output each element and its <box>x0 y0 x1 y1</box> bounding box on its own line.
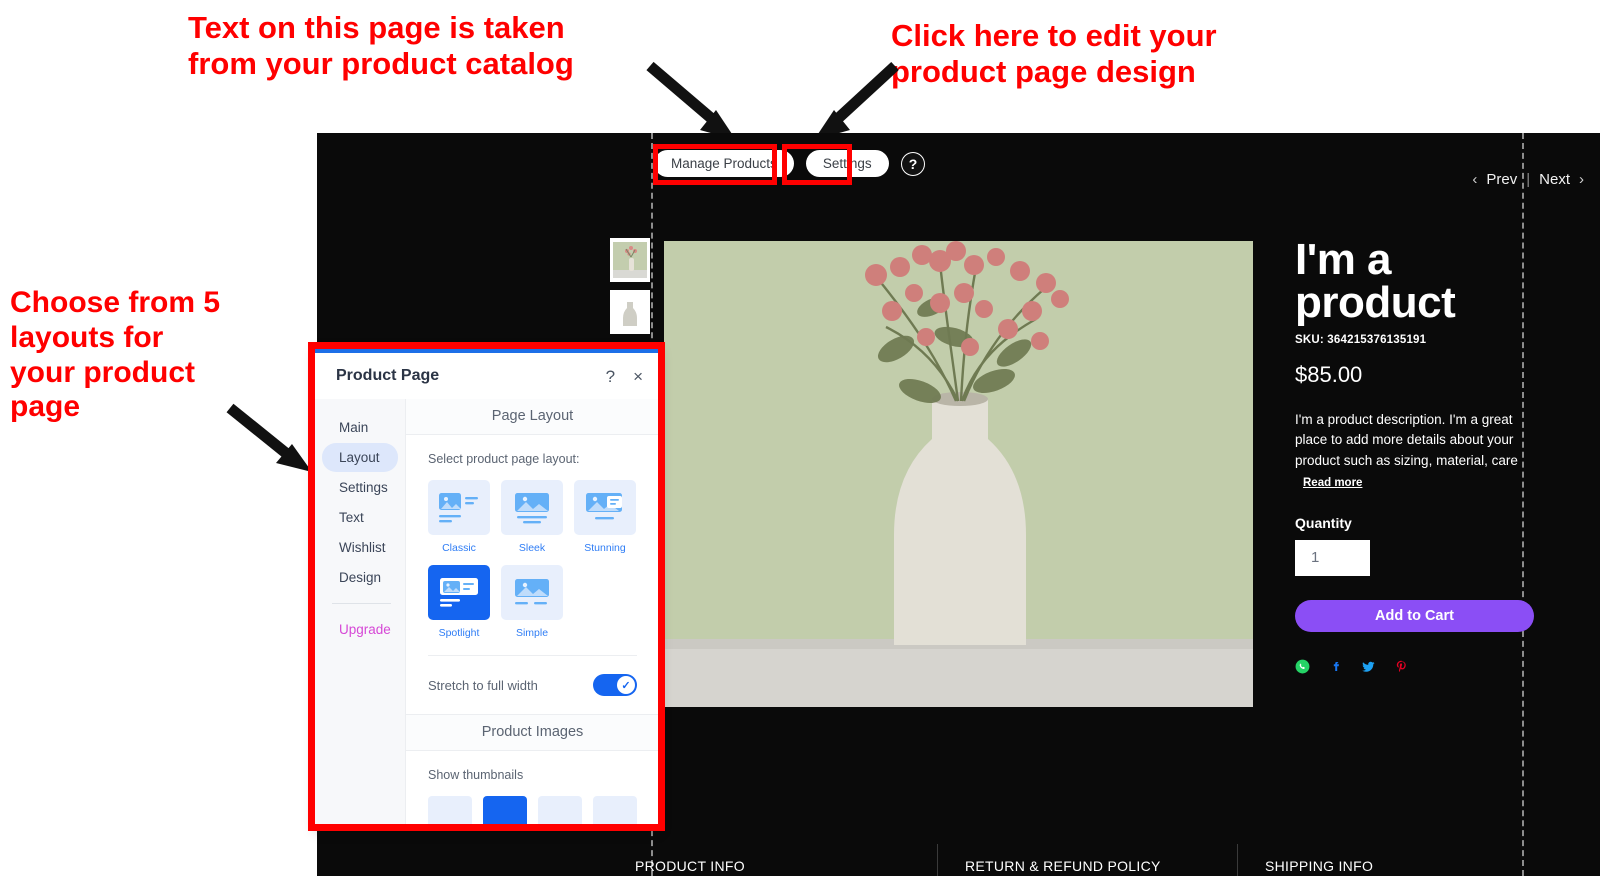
layout-option-sleek[interactable]: Sleek <box>501 480 563 554</box>
product-hero-image[interactable] <box>664 241 1253 707</box>
footer-section-product-info[interactable]: PRODUCT INFO <box>635 858 965 876</box>
panel-title: Product Page <box>336 367 440 384</box>
product-description: I'm a product description. I'm a great p… <box>1295 412 1518 468</box>
select-layout-label: Select product page layout: <box>428 452 580 466</box>
pager-prev[interactable]: Prev <box>1486 171 1517 188</box>
show-thumbnails-label: Show thumbnails <box>428 768 524 782</box>
quantity-input[interactable] <box>1295 539 1370 576</box>
layout-option-simple[interactable]: Simple <box>501 565 563 639</box>
thumbnail-position-option-2[interactable] <box>483 796 527 829</box>
layout-thumb-sleek <box>501 480 563 535</box>
chevron-left-icon[interactable]: ‹ <box>1472 171 1477 188</box>
screenshot-root: Text on this page is taken from your pro… <box>0 0 1600 876</box>
stretch-full-width-row: Stretch to full width ✓ <box>406 656 659 714</box>
layout-label-spotlight: Spotlight <box>438 627 480 639</box>
panel-help-icon[interactable]: ? <box>606 368 615 385</box>
pinterest-icon[interactable] <box>1394 659 1409 674</box>
layout-option-stunning[interactable]: Stunning <box>574 480 636 554</box>
sidebar-item-text[interactable]: Text <box>322 503 398 532</box>
product-thumbnail-1[interactable] <box>610 238 650 282</box>
layout-option-spotlight[interactable]: Spotlight <box>428 565 490 639</box>
sidebar-item-settings[interactable]: Settings <box>322 473 398 502</box>
settings-button[interactable]: Settings <box>805 150 889 177</box>
annotation-text-catalog: Text on this page is taken from your pro… <box>188 10 574 81</box>
stretch-full-width-toggle[interactable]: ✓ <box>593 674 637 696</box>
add-to-cart-button[interactable]: Add to Cart <box>1295 599 1534 632</box>
panel-content: Page Layout Select product page layout: <box>406 399 659 829</box>
read-more-link[interactable]: Read more <box>1303 477 1362 489</box>
product-thumbnail-strip <box>610 238 650 334</box>
sidebar-item-design[interactable]: Design <box>322 563 398 592</box>
product-footer-accordions: PRODUCT INFO RETURN & REFUND POLICY SHIP… <box>587 840 1600 876</box>
layout-label-stunning: Stunning <box>584 542 626 554</box>
annotation-arrow-to-panel <box>226 403 312 472</box>
thumbnail-position-option-4[interactable] <box>593 796 637 829</box>
social-share-row <box>1295 659 1545 674</box>
whatsapp-icon[interactable] <box>1295 659 1310 674</box>
product-price: $85.00 <box>1295 362 1363 388</box>
product-info-column: I'm a product SKU: 364215376135191 $85.0… <box>1295 235 1545 674</box>
sidebar-item-upgrade[interactable]: Upgrade <box>322 615 398 644</box>
facebook-icon[interactable] <box>1328 659 1343 674</box>
editor-toolbar: Manage Products Settings ? <box>654 150 925 177</box>
product-sku: SKU: 364215376135191 <box>1295 334 1427 347</box>
layout-thumb-classic <box>428 480 490 535</box>
chevron-right-icon[interactable]: › <box>1579 171 1584 188</box>
product-images-section: Show thumbnails <box>406 751 659 782</box>
panel-body: Main Layout Settings Text Wishlist Desig… <box>315 399 659 829</box>
pager-next[interactable]: Next <box>1539 171 1570 188</box>
thumbnail-position-option-3[interactable] <box>538 796 582 829</box>
layout-label-classic: Classic <box>442 542 476 554</box>
product-thumbnail-2[interactable] <box>610 290 650 334</box>
product-pager: ‹ Prev | Next › <box>1472 171 1584 188</box>
product-page-settings-panel: Product Page ? × Main Layout Settings Te… <box>315 349 659 829</box>
layout-label-simple: Simple <box>515 627 549 639</box>
layout-label-sleek: Sleek <box>518 542 546 554</box>
layout-options: Classic Sleek Stunning Spotlight Simple <box>428 480 637 639</box>
layout-thumb-stunning <box>574 480 636 535</box>
layout-thumb-simple <box>501 565 563 620</box>
footer-label-shipping-info: SHIPPING INFO <box>1265 858 1374 874</box>
svg-text:?: ? <box>908 156 917 172</box>
footer-section-shipping-info[interactable]: SHIPPING INFO <box>1237 844 1565 876</box>
stretch-full-width-label: Stretch to full width <box>428 677 538 693</box>
annotation-text-edit-design: Click here to edit your product page des… <box>891 18 1217 89</box>
section-header-product-images: Product Images <box>406 714 659 751</box>
manage-products-button[interactable]: Manage Products <box>654 150 794 177</box>
layout-option-classic[interactable]: Classic <box>428 480 490 554</box>
panel-close-icon[interactable]: × <box>633 368 643 385</box>
sidebar-item-main[interactable]: Main <box>322 413 398 442</box>
page-layout-section: Select product page layout: Classic Slee… <box>406 435 659 656</box>
panel-header: Product Page ? × <box>315 353 659 399</box>
product-title: I'm a product <box>1295 235 1456 328</box>
panel-sidebar-nav: Main Layout Settings Text Wishlist Desig… <box>315 399 406 829</box>
sidebar-item-layout[interactable]: Layout <box>322 443 398 472</box>
thumbnail-position-option-1[interactable] <box>428 796 472 829</box>
quantity-label: Quantity <box>1295 514 1352 531</box>
thumbnail-position-options <box>406 782 659 829</box>
check-icon: ✓ <box>617 676 635 694</box>
section-header-page-layout: Page Layout <box>406 399 659 435</box>
footer-label-return-policy: RETURN & REFUND POLICY <box>965 858 1161 874</box>
pager-separator: | <box>1526 171 1531 188</box>
footer-section-return-policy[interactable]: RETURN & REFUND POLICY <box>937 844 1265 876</box>
sidebar-divider <box>332 603 391 604</box>
help-circle-icon[interactable]: ? <box>900 151 925 176</box>
twitter-icon[interactable] <box>1361 659 1376 674</box>
layout-thumb-spotlight <box>428 565 490 620</box>
sidebar-item-wishlist[interactable]: Wishlist <box>322 533 398 562</box>
